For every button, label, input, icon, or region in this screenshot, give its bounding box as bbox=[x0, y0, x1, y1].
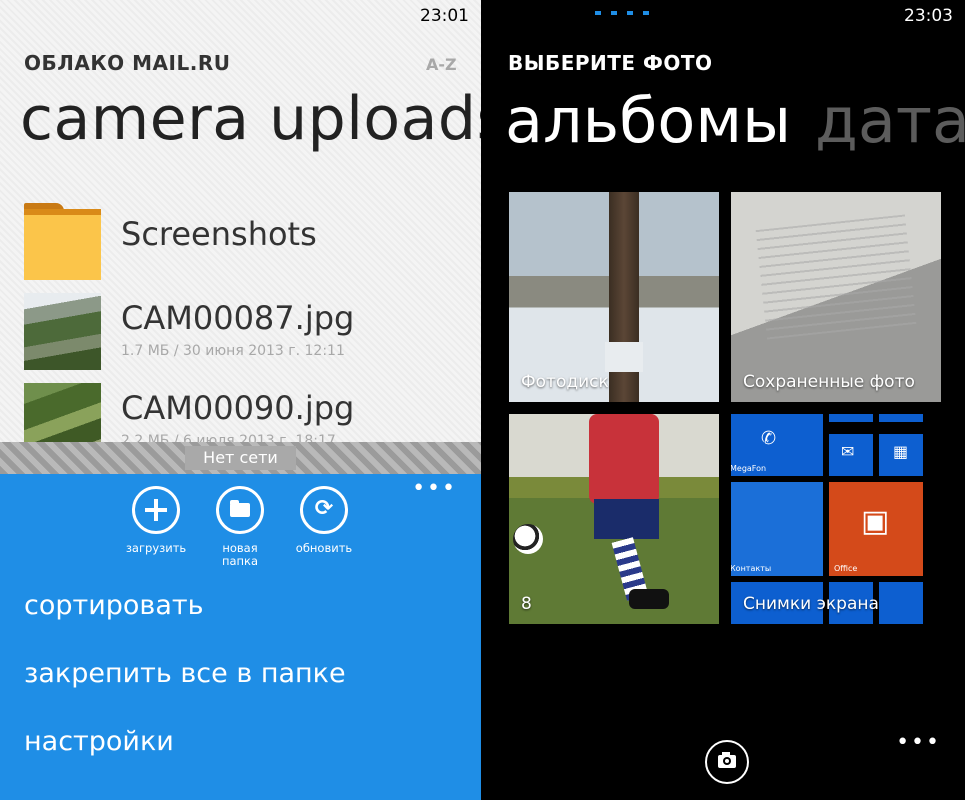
plus-icon bbox=[132, 486, 180, 534]
folder-icon bbox=[216, 486, 264, 534]
menu-item-sort[interactable]: сортировать bbox=[24, 590, 204, 621]
cloud-mail-app-screen: 23:01 ОБЛАКО MAIL.RU A-Z camera uploads … bbox=[0, 0, 481, 800]
pivot-date[interactable]: дата bbox=[815, 84, 965, 157]
file-list-item-cam00087[interactable]: CAM00087.jpg 1.7 МБ / 30 июня 2013 г. 12… bbox=[0, 293, 481, 373]
sort-indicator[interactable]: A-Z bbox=[426, 55, 457, 74]
album-tile-saved-photos[interactable]: Сохраненные фото bbox=[731, 192, 941, 402]
app-bar: ••• загрузить новая папка ⟳ обновить сор… bbox=[0, 474, 481, 800]
file-meta: 1.7 МБ / 30 июня 2013 г. 12:11 bbox=[121, 343, 345, 359]
progress-dots bbox=[595, 0, 695, 15]
file-list-item-screenshots[interactable]: Screenshots bbox=[0, 203, 481, 283]
store-icon: ▦ bbox=[893, 442, 909, 461]
album-label: Фотодиск bbox=[521, 372, 609, 392]
album-tile-photodisk[interactable]: Фотодиск bbox=[509, 192, 719, 402]
folder-icon bbox=[24, 203, 101, 280]
office-icon: ▣ bbox=[861, 504, 890, 539]
no-network-label: Нет сети bbox=[203, 448, 278, 467]
menu-item-pin-all[interactable]: закрепить все в папке bbox=[24, 658, 346, 689]
file-name: Screenshots bbox=[121, 215, 317, 253]
file-name: CAM00087.jpg bbox=[121, 299, 355, 337]
status-clock: 23:01 bbox=[420, 6, 469, 26]
new-folder-label: новая папка bbox=[221, 541, 259, 568]
refresh-label: обновить bbox=[295, 541, 353, 555]
camera-button[interactable] bbox=[705, 740, 749, 784]
status-clock: 23:03 bbox=[904, 6, 953, 26]
photo-picker-screen: 23:03 ВЫБЕРИТЕ ФОТО альбомы дата Фотодис… bbox=[485, 0, 965, 800]
more-icon[interactable]: ••• bbox=[412, 476, 457, 501]
app-title: ОБЛАКО MAIL.RU bbox=[24, 51, 231, 75]
album-label: 8 bbox=[521, 594, 532, 614]
no-network-banner: Нет сети bbox=[0, 442, 481, 474]
pivot-albums[interactable]: альбомы bbox=[505, 84, 791, 157]
file-name: CAM00090.jpg bbox=[121, 389, 355, 427]
mail-icon: ✉ bbox=[841, 442, 855, 461]
album-label: Сохраненные фото bbox=[743, 372, 915, 392]
phone-icon: ✆ bbox=[761, 428, 777, 449]
page-title: camera uploads bbox=[20, 84, 481, 154]
picker-title: ВЫБЕРИТЕ ФОТО bbox=[508, 51, 713, 75]
album-tile-8[interactable]: 8 bbox=[509, 414, 719, 624]
menu-item-settings[interactable]: настройки bbox=[24, 726, 174, 757]
more-icon[interactable]: ••• bbox=[896, 730, 941, 755]
album-tile-screenshots[interactable]: ✆ MegaFon ✉ ▦ Контакты ▣ Office Снимки экр… bbox=[731, 414, 941, 624]
album-label: Снимки экрана bbox=[743, 594, 879, 614]
photo-thumbnail bbox=[24, 293, 101, 370]
sync-icon: ⟳ bbox=[300, 486, 348, 534]
refresh-button[interactable]: ⟳ обновить bbox=[274, 486, 374, 555]
